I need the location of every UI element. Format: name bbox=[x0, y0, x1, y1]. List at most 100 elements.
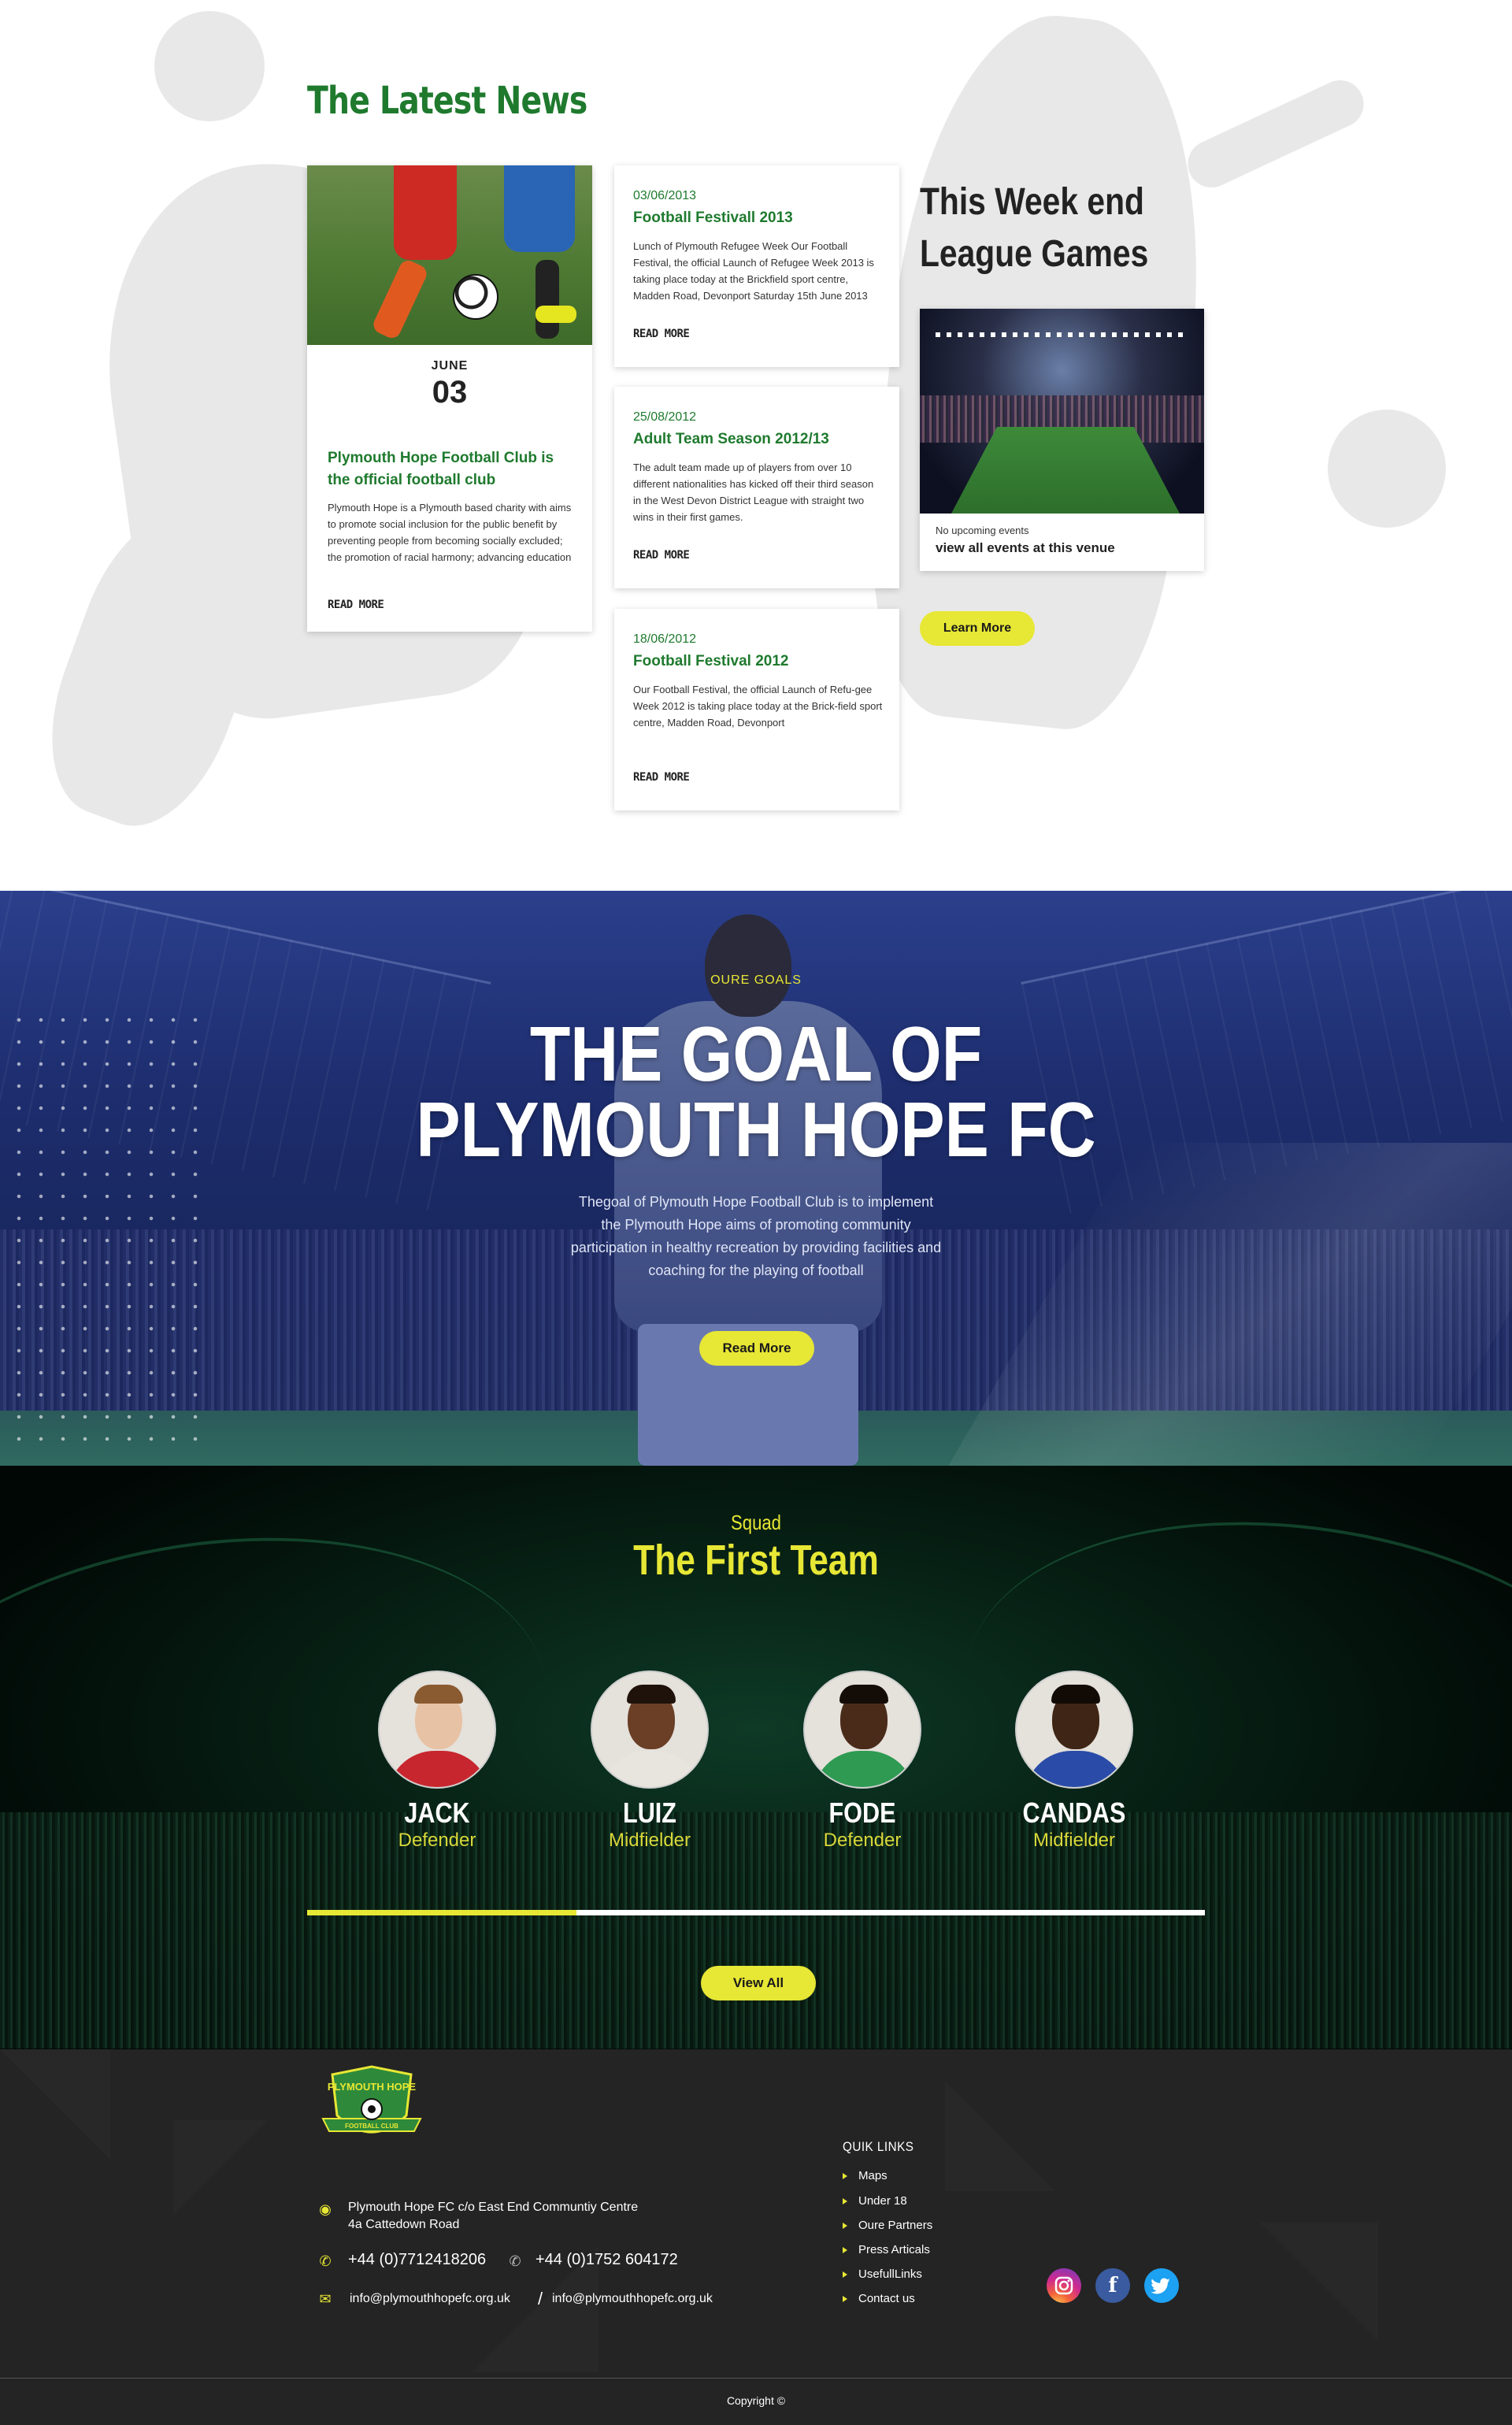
player-name: LUIZ bbox=[623, 1797, 676, 1829]
bg-arm-silhouette bbox=[1180, 72, 1372, 195]
learn-more-button[interactable]: Learn More bbox=[920, 611, 1035, 646]
copyright-text: Copyright © bbox=[726, 2394, 786, 2407]
location-pin-icon: ◉ bbox=[319, 2201, 332, 2217]
address-line1: Plymouth Hope FC c/o East End Communtiy … bbox=[348, 2201, 639, 2214]
feature-headline[interactable]: Plymouth Hope Football Club is the offic… bbox=[328, 447, 580, 491]
twitter-icon[interactable] bbox=[1144, 2268, 1179, 2303]
news-card[interactable]: 03/06/2013 Football Festivall 2013 Lunch… bbox=[614, 165, 899, 367]
news-date: 25/08/2012 bbox=[633, 410, 697, 424]
avatar bbox=[378, 1670, 496, 1789]
triangle-right-icon bbox=[843, 2296, 847, 2303]
triangle-right-icon bbox=[843, 2173, 847, 2180]
goal-read-more-button[interactable]: Read More bbox=[699, 1331, 814, 1366]
crest-subtitle: FOOTBALL CLUB bbox=[345, 2123, 398, 2130]
footer-link-label: Under 18 bbox=[858, 2194, 907, 2208]
player-name: CANDAS bbox=[1022, 1797, 1126, 1829]
quick-links-title: QUIK LINKS bbox=[843, 2139, 914, 2154]
feature-news-card[interactable]: JUNE 03 Plymouth Hope Football Club is t… bbox=[307, 165, 592, 632]
no-events-text: No upcoming events bbox=[936, 525, 1029, 536]
player-name: JACK bbox=[404, 1797, 470, 1829]
news-title[interactable]: Football Festival 2012 bbox=[633, 653, 788, 670]
goal-heading-line2: PLYMOUTH HOPE FC bbox=[416, 1086, 1096, 1173]
player-card-fode[interactable]: FODE Defender bbox=[776, 1670, 949, 1852]
view-all-button[interactable]: View All bbox=[701, 1966, 816, 2000]
news-date: 18/06/2012 bbox=[633, 632, 697, 646]
stadium-image bbox=[920, 309, 1204, 514]
footer-link-label: Oure Partners bbox=[858, 2219, 933, 2232]
squad-title: The First Team bbox=[633, 1537, 879, 1584]
phone-link-2[interactable]: +44 (0)1752 604172 bbox=[536, 2251, 678, 2269]
player-back-image bbox=[551, 914, 945, 1466]
venue-events-link[interactable]: view all events at this venue bbox=[936, 540, 1115, 556]
player-card-candas[interactable]: CANDAS Midfielder bbox=[988, 1670, 1161, 1852]
email-separator: / bbox=[538, 2289, 543, 2308]
footer-link-label: Contact us bbox=[858, 2292, 915, 2305]
goal-description: Thegoal of Plymouth Hope Football Club i… bbox=[570, 1194, 942, 1278]
bg-ball-silhouette-right bbox=[1328, 410, 1446, 528]
triangle-right-icon bbox=[843, 2198, 847, 2205]
feature-news-image bbox=[307, 165, 592, 345]
triangle-right-icon bbox=[843, 2247, 847, 2254]
news-section-title: The Latest News bbox=[307, 79, 587, 123]
news-read-more-link[interactable]: READ MORE bbox=[633, 549, 690, 562]
email-link-2[interactable]: info@plymouthhopefc.org.uk bbox=[552, 2292, 713, 2306]
news-read-more-link[interactable]: READ MORE bbox=[633, 328, 690, 340]
goal-heading-line1: THE GOAL OF bbox=[529, 1010, 983, 1097]
news-title[interactable]: Adult Team Season 2012/13 bbox=[633, 431, 829, 448]
news-date: 03/06/2013 bbox=[633, 189, 697, 202]
address: Plymouth Hope FC c/o East End Communtiy … bbox=[348, 2199, 638, 2234]
squad-eyebrow: Squad bbox=[731, 1511, 781, 1534]
feature-date-month: JUNE bbox=[431, 359, 469, 373]
footer-link-maps[interactable]: Maps bbox=[843, 2169, 888, 2182]
phone-icon: ✆ bbox=[319, 2253, 332, 2269]
footer bbox=[0, 2049, 1512, 2425]
news-card[interactable]: 18/06/2012 Football Festival 2012 Our Fo… bbox=[614, 609, 899, 810]
footer-link-contact[interactable]: Contact us bbox=[843, 2292, 915, 2305]
league-games-card[interactable]: No upcoming events view all events at th… bbox=[920, 309, 1204, 571]
instagram-icon[interactable] bbox=[1047, 2268, 1081, 2303]
avatar bbox=[1015, 1670, 1133, 1789]
footer-link-partners[interactable]: Oure Partners bbox=[843, 2219, 932, 2232]
news-body: Lunch of Plymouth Refugee Week Our Footb… bbox=[633, 240, 874, 302]
news-body: Our Football Festival, the official Laun… bbox=[633, 684, 883, 729]
footer-link-label: Press Articals bbox=[858, 2243, 930, 2256]
feature-read-more-link[interactable]: READ MORE bbox=[328, 599, 384, 611]
footer-link-useful-links[interactable]: UsefullLinks bbox=[843, 2267, 922, 2281]
footer-link-press[interactable]: Press Articals bbox=[843, 2243, 930, 2256]
news-section: The Latest News JUNE 03 Plymouth Hope Fo… bbox=[0, 0, 1512, 891]
triangle-right-icon bbox=[843, 2223, 847, 2230]
player-position: Defender bbox=[398, 1830, 476, 1851]
crest-title: PLYMOUTH HOPE bbox=[328, 2081, 417, 2093]
feature-date-day: 03 bbox=[432, 375, 468, 410]
footer-link-label: UsefullLinks bbox=[858, 2267, 922, 2281]
player-position: Midfielder bbox=[1032, 1830, 1116, 1851]
email-link-1[interactable]: info@plymouthhopefc.org.uk bbox=[350, 2292, 510, 2306]
squad-slider-thumb[interactable] bbox=[307, 1910, 576, 1915]
footer-link-label: Maps bbox=[858, 2169, 888, 2182]
player-position: Defender bbox=[823, 1830, 902, 1851]
club-crest-logo[interactable]: PLYMOUTH HOPE FOOTBALL CLUB bbox=[321, 2063, 422, 2152]
squad-slider-scrollbar[interactable] bbox=[307, 1910, 1205, 1915]
news-title[interactable]: Football Festivall 2013 bbox=[633, 209, 793, 227]
player-card-luiz[interactable]: LUIZ Midfielder bbox=[563, 1670, 736, 1852]
player-card-jack[interactable]: JACK Defender bbox=[350, 1670, 524, 1852]
facebook-icon[interactable]: f bbox=[1095, 2268, 1130, 2303]
player-position: Midfielder bbox=[608, 1830, 691, 1851]
footer-link-under-18[interactable]: Under 18 bbox=[843, 2194, 907, 2208]
footer-divider bbox=[0, 2378, 1512, 2379]
goal-eyebrow: OURE GOALS bbox=[710, 973, 802, 987]
news-read-more-link[interactable]: READ MORE bbox=[633, 771, 690, 784]
player-name: FODE bbox=[828, 1797, 896, 1829]
triangle-right-icon bbox=[843, 2271, 847, 2279]
avatar bbox=[803, 1670, 921, 1789]
news-body: The adult team made up of players from o… bbox=[633, 462, 874, 523]
news-card[interactable]: 25/08/2012 Adult Team Season 2012/13 The… bbox=[614, 387, 899, 588]
bg-ball-silhouette bbox=[154, 11, 265, 121]
feature-body: Plymouth Hope is a Plymouth based charit… bbox=[328, 502, 572, 563]
phone-icon: ✆ bbox=[509, 2253, 521, 2269]
avatar bbox=[591, 1670, 709, 1789]
phone-link-1[interactable]: +44 (0)7712418206 bbox=[348, 2251, 486, 2269]
email-icon: ✉ bbox=[319, 2291, 332, 2307]
football-icon bbox=[453, 274, 498, 320]
league-games-title: This Week end League Games bbox=[920, 181, 1149, 275]
